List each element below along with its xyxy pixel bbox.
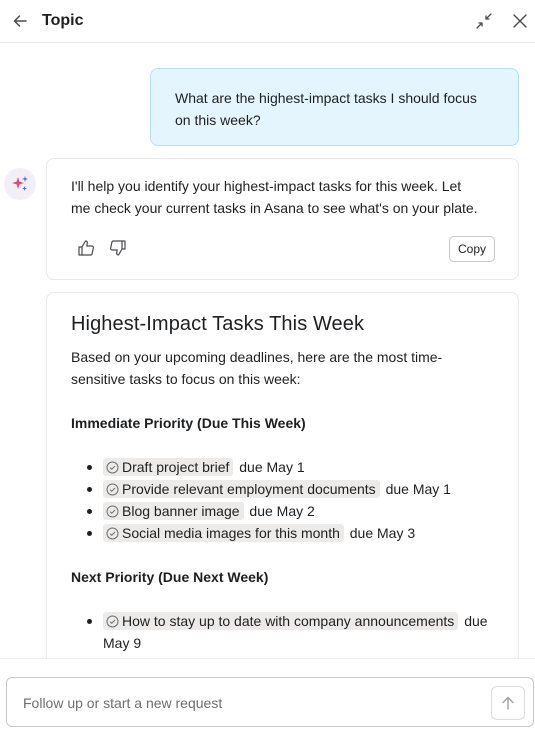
close-button[interactable] <box>510 11 530 31</box>
task-name: Blog banner image <box>122 503 240 519</box>
task-chip[interactable]: How to stay up to date with company anno… <box>103 612 459 630</box>
list-item: Blog banner image due May 2 <box>71 500 491 522</box>
thumbs-up-button[interactable] <box>77 239 95 257</box>
result-intro: Based on your upcoming deadlines, here a… <box>71 349 443 387</box>
conversation-area[interactable]: What are the highest-impact tasks I shou… <box>0 44 535 658</box>
arrow-up-icon <box>502 696 514 710</box>
check-circle-icon <box>106 483 119 496</box>
copy-button[interactable]: Copy <box>449 236 495 262</box>
section-heading-immediate: Immediate Priority (Due This Week) <box>71 415 306 431</box>
user-message-text: What are the highest-impact tasks I shou… <box>175 90 477 128</box>
task-list-next: How to stay up to date with company anno… <box>71 610 491 654</box>
list-item: How to stay up to date with company anno… <box>71 610 491 654</box>
task-name: Provide relevant employment documents <box>122 481 376 497</box>
task-name: Social media images for this month <box>122 525 340 541</box>
result-title: Highest-Impact Tasks This Week <box>71 313 365 335</box>
task-chip[interactable]: Provide relevant employment documents <box>103 480 380 498</box>
composer-divider <box>0 658 535 659</box>
check-circle-icon <box>106 615 119 628</box>
ai-message-text: I'll help you identify your highest-impa… <box>71 178 478 216</box>
result-card: Highest-Impact Tasks This Week Based on … <box>46 292 519 658</box>
ai-message-card: I'll help you identify your highest-impa… <box>46 158 519 280</box>
task-chip[interactable]: Social media images for this month <box>103 524 344 542</box>
task-name: Draft project brief <box>122 459 230 475</box>
check-circle-icon <box>106 527 119 540</box>
task-list-immediate: Draft project brief due May 1 Provide re… <box>71 456 491 544</box>
task-chip[interactable]: Blog banner image <box>103 502 244 520</box>
arrow-left-icon <box>13 15 27 27</box>
follow-up-input[interactable] <box>23 692 473 714</box>
thumbs-up-icon <box>78 240 95 256</box>
list-item: Provide relevant employment documents du… <box>71 478 491 500</box>
user-message-bubble: What are the highest-impact tasks I shou… <box>150 68 519 146</box>
page-title: Topic <box>42 12 84 29</box>
close-icon <box>513 14 527 28</box>
send-button[interactable] <box>491 686 525 720</box>
list-item: Draft project brief due May 1 <box>71 456 491 478</box>
collapse-icon <box>476 13 492 29</box>
bullet <box>87 487 92 492</box>
section-heading-next: Next Priority (Due Next Week) <box>71 569 269 585</box>
composer <box>6 677 534 727</box>
thumbs-down-button[interactable] <box>109 239 127 257</box>
bullet <box>87 531 92 536</box>
check-circle-icon <box>106 461 119 474</box>
task-due: due May 1 <box>239 459 305 475</box>
task-due: due May 3 <box>349 525 416 541</box>
bullet <box>87 509 92 514</box>
sparkle-icon <box>12 176 28 191</box>
task-due: due May 2 <box>249 503 315 519</box>
task-due: due May 1 <box>385 481 451 497</box>
bullet <box>87 465 92 470</box>
collapse-button[interactable] <box>474 11 494 31</box>
check-circle-icon <box>106 505 119 518</box>
task-chip[interactable]: Draft project brief <box>103 458 234 476</box>
ai-avatar <box>4 168 36 200</box>
header: Topic <box>0 0 535 43</box>
thumbs-down-icon <box>109 240 126 256</box>
task-name: How to stay up to date with company anno… <box>122 613 455 629</box>
list-item: Social media images for this month due M… <box>71 522 491 544</box>
back-button[interactable] <box>10 11 30 31</box>
bullet <box>87 619 92 624</box>
